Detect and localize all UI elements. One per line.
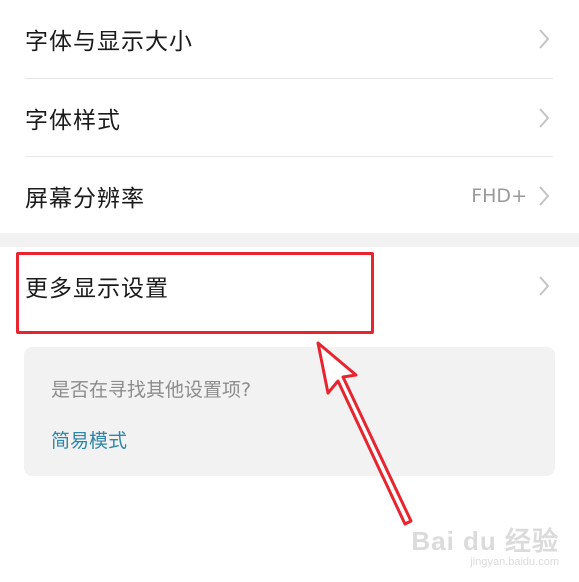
chevron-right-icon — [539, 186, 550, 206]
settings-item-label: 字体样式 — [25, 108, 121, 134]
settings-item-screen-resolution[interactable]: 屏幕分辨率 FHD+ — [0, 157, 579, 235]
settings-item-label: 屏幕分辨率 — [25, 186, 145, 212]
watermark-url: jingyan.baidu.com — [470, 556, 559, 568]
section-separator — [0, 233, 579, 247]
watermark-brand: Bai du 经验 — [411, 526, 559, 556]
settings-item-font-style[interactable]: 字体样式 — [0, 79, 579, 157]
help-suggestion-card: 是否在寻找其他设置项? 简易模式 — [24, 347, 555, 476]
settings-item-label: 字体与显示大小 — [25, 29, 193, 55]
simple-mode-link[interactable]: 简易模式 — [51, 426, 127, 453]
resolution-value: FHD+ — [471, 185, 527, 207]
baidu-jingyan-watermark: Bai du 经验 jingyan.baidu.com — [411, 521, 559, 568]
help-question-text: 是否在寻找其他设置项? — [51, 379, 252, 401]
chevron-right-icon — [539, 276, 550, 296]
chevron-right-icon — [539, 108, 550, 128]
display-settings-screen: 字体与显示大小 字体样式 屏幕分辨率 FHD+ 更多显示设置 是否在寻找其他设置… — [0, 0, 579, 582]
chevron-right-icon — [539, 29, 550, 49]
settings-item-label: 更多显示设置 — [25, 276, 169, 302]
settings-item-more-display-settings[interactable]: 更多显示设置 — [0, 247, 579, 325]
settings-item-font-display-size[interactable]: 字体与显示大小 — [0, 0, 579, 78]
